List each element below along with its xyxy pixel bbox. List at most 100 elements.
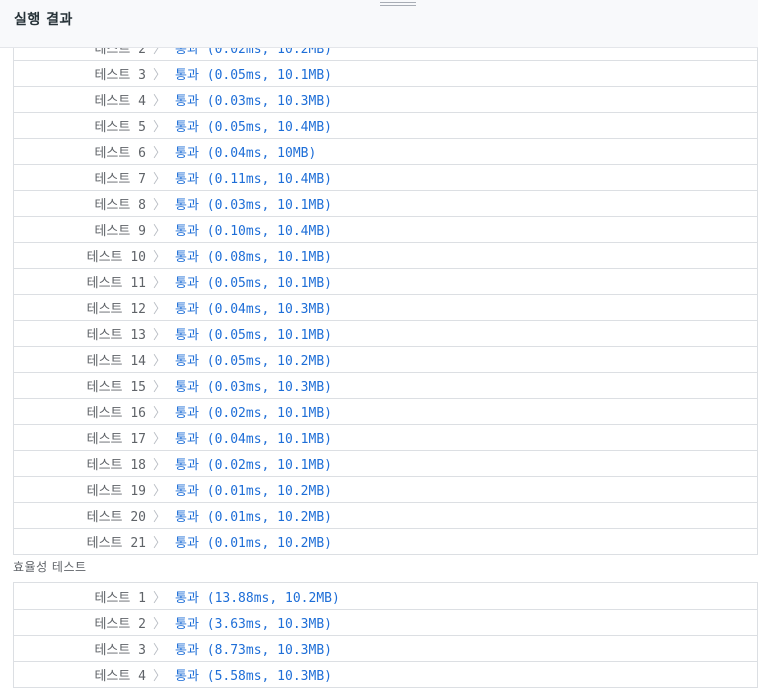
test-result-row: 테스트 20 〉 통과 (0.01ms, 10.2MB) bbox=[14, 502, 757, 528]
chevron-right-icon: 〉 bbox=[152, 536, 166, 551]
test-result-row: 테스트 21 〉 통과 (0.01ms, 10.2MB) bbox=[14, 528, 757, 554]
test-name: 테스트 1 bbox=[94, 590, 146, 606]
test-result-text: 통과 (0.01ms, 10.2MB) bbox=[175, 536, 332, 551]
chevron-right-icon: 〉 bbox=[152, 172, 166, 187]
test-result-row: 테스트 2 〉 통과 (0.02ms, 10.2MB) bbox=[14, 48, 757, 60]
panel-title: 실행 결과 bbox=[14, 12, 73, 28]
test-name: 테스트 10 bbox=[86, 250, 146, 265]
test-result-text: 통과 (0.04ms, 10.3MB) bbox=[175, 302, 332, 317]
test-result-row: 테스트 18 〉 통과 (0.02ms, 10.1MB) bbox=[14, 450, 757, 476]
test-result-row: 테스트 3 〉 통과 (8.73ms, 10.3MB) bbox=[14, 635, 757, 661]
test-result-row: 테스트 6 〉 통과 (0.04ms, 10MB) bbox=[14, 138, 757, 164]
result-panel-header: 실행 결과 bbox=[0, 0, 758, 48]
test-result-text: 통과 (3.63ms, 10.3MB) bbox=[175, 617, 332, 632]
test-name: 테스트 21 bbox=[86, 536, 146, 551]
chevron-right-icon: 〉 bbox=[152, 354, 166, 369]
test-result-text: 통과 (0.05ms, 10.4MB) bbox=[175, 120, 332, 135]
test-result-text: 통과 (0.11ms, 10.4MB) bbox=[175, 172, 332, 187]
test-result-row: 테스트 11 〉 통과 (0.05ms, 10.1MB) bbox=[14, 268, 757, 294]
test-name: 테스트 4 bbox=[94, 94, 146, 109]
test-result-row: 테스트 12 〉 통과 (0.04ms, 10.3MB) bbox=[14, 294, 757, 320]
test-name: 테스트 15 bbox=[86, 380, 146, 395]
test-name: 테스트 13 bbox=[86, 328, 146, 343]
test-name: 테스트 14 bbox=[86, 354, 146, 369]
test-result-text: 통과 (0.05ms, 10.1MB) bbox=[175, 68, 332, 83]
test-name: 테스트 2 bbox=[94, 617, 146, 632]
chevron-right-icon: 〉 bbox=[152, 302, 166, 317]
test-result-row: 테스트 7 〉 통과 (0.11ms, 10.4MB) bbox=[14, 164, 757, 190]
chevron-right-icon: 〉 bbox=[152, 224, 166, 239]
drag-handle-icon[interactable] bbox=[380, 1, 416, 7]
test-name: 테스트 16 bbox=[86, 406, 146, 421]
test-result-text: 통과 (0.04ms, 10.1MB) bbox=[175, 432, 332, 447]
chevron-right-icon: 〉 bbox=[152, 590, 166, 606]
test-result-text: 통과 (0.01ms, 10.2MB) bbox=[175, 510, 332, 525]
test-result-row: 테스트 9 〉 통과 (0.10ms, 10.4MB) bbox=[14, 216, 757, 242]
accuracy-test-table: 테스트 2 〉 통과 (0.02ms, 10.2MB) 테스트 3 〉 통과 (0.05m… bbox=[13, 48, 758, 555]
chevron-right-icon: 〉 bbox=[152, 276, 166, 291]
test-result-row: 테스트 1 〉 통과 (13.88ms, 10.2MB) bbox=[14, 583, 757, 609]
test-result-text: 통과 (0.03ms, 10.3MB) bbox=[175, 380, 332, 395]
test-name: 테스트 18 bbox=[86, 458, 146, 473]
chevron-right-icon: 〉 bbox=[152, 250, 166, 265]
chevron-right-icon: 〉 bbox=[152, 669, 166, 684]
test-result-row: 테스트 2 〉 통과 (3.63ms, 10.3MB) bbox=[14, 609, 757, 635]
test-name: 테스트 12 bbox=[86, 302, 146, 317]
test-name: 테스트 7 bbox=[94, 172, 146, 187]
test-result-text: 통과 (0.05ms, 10.1MB) bbox=[175, 276, 332, 291]
chevron-right-icon: 〉 bbox=[152, 406, 166, 421]
test-name: 테스트 6 bbox=[94, 146, 146, 161]
test-name: 테스트 4 bbox=[94, 669, 146, 684]
test-result-text: 통과 (0.02ms, 10.1MB) bbox=[175, 406, 332, 421]
test-name: 테스트 3 bbox=[94, 68, 146, 83]
chevron-right-icon: 〉 bbox=[152, 643, 166, 658]
test-result-text: 통과 (0.02ms, 10.2MB) bbox=[175, 48, 332, 57]
test-result-row: 테스트 10 〉 통과 (0.08ms, 10.1MB) bbox=[14, 242, 757, 268]
test-result-row: 테스트 15 〉 통과 (0.03ms, 10.3MB) bbox=[14, 372, 757, 398]
result-output: 테스트 2 〉 통과 (0.02ms, 10.2MB) 테스트 3 〉 통과 (0.05m… bbox=[0, 48, 758, 690]
test-result-text: 통과 (0.02ms, 10.1MB) bbox=[175, 458, 332, 473]
chevron-right-icon: 〉 bbox=[152, 120, 166, 135]
chevron-right-icon: 〉 bbox=[152, 380, 166, 395]
test-result-text: 통과 (0.05ms, 10.2MB) bbox=[175, 354, 332, 369]
chevron-right-icon: 〉 bbox=[152, 94, 166, 109]
test-result-row: 테스트 3 〉 통과 (0.05ms, 10.1MB) bbox=[14, 60, 757, 86]
chevron-right-icon: 〉 bbox=[152, 146, 166, 161]
test-result-text: 통과 (0.08ms, 10.1MB) bbox=[175, 250, 332, 265]
test-result-row: 테스트 4 〉 통과 (0.03ms, 10.3MB) bbox=[14, 86, 757, 112]
test-result-text: 통과 (13.88ms, 10.2MB) bbox=[175, 590, 340, 606]
test-name: 테스트 17 bbox=[86, 432, 146, 447]
chevron-right-icon: 〉 bbox=[152, 484, 166, 499]
test-result-text: 통과 (0.03ms, 10.1MB) bbox=[175, 198, 332, 213]
test-name: 테스트 11 bbox=[86, 276, 146, 291]
test-result-row: 테스트 5 〉 통과 (0.05ms, 10.4MB) bbox=[14, 112, 757, 138]
test-result-row: 테스트 17 〉 통과 (0.04ms, 10.1MB) bbox=[14, 424, 757, 450]
test-name: 테스트 2 bbox=[94, 48, 146, 57]
chevron-right-icon: 〉 bbox=[152, 68, 166, 83]
test-result-text: 통과 (0.04ms, 10MB) bbox=[175, 146, 317, 161]
test-result-row: 테스트 14 〉 통과 (0.05ms, 10.2MB) bbox=[14, 346, 757, 372]
test-result-row: 테스트 8 〉 통과 (0.03ms, 10.1MB) bbox=[14, 190, 757, 216]
chevron-right-icon: 〉 bbox=[152, 48, 166, 57]
chevron-right-icon: 〉 bbox=[152, 458, 166, 473]
test-result-text: 통과 (0.10ms, 10.4MB) bbox=[175, 224, 332, 239]
chevron-right-icon: 〉 bbox=[152, 510, 166, 525]
efficiency-test-table: 테스트 1 〉 통과 (13.88ms, 10.2MB) 테스트 2 〉 통과 (3.63… bbox=[13, 582, 758, 688]
test-result-row: 테스트 13 〉 통과 (0.05ms, 10.1MB) bbox=[14, 320, 757, 346]
test-name: 테스트 9 bbox=[94, 224, 146, 239]
test-result-row: 테스트 16 〉 통과 (0.02ms, 10.1MB) bbox=[14, 398, 757, 424]
efficiency-section-label: 효율성 테스트 bbox=[13, 560, 87, 574]
chevron-right-icon: 〉 bbox=[152, 198, 166, 213]
test-result-row: 테스트 19 〉 통과 (0.01ms, 10.2MB) bbox=[14, 476, 757, 502]
test-result-row: 테스트 4 〉 통과 (5.58ms, 10.3MB) bbox=[14, 661, 757, 687]
chevron-right-icon: 〉 bbox=[152, 432, 166, 447]
test-name: 테스트 8 bbox=[94, 198, 146, 213]
test-result-text: 통과 (0.05ms, 10.1MB) bbox=[175, 328, 332, 343]
test-name: 테스트 20 bbox=[86, 510, 146, 525]
test-name: 테스트 19 bbox=[86, 484, 146, 499]
test-result-text: 통과 (5.58ms, 10.3MB) bbox=[175, 669, 332, 684]
test-result-text: 통과 (8.73ms, 10.3MB) bbox=[175, 643, 332, 658]
test-result-text: 통과 (0.01ms, 10.2MB) bbox=[175, 484, 332, 499]
chevron-right-icon: 〉 bbox=[152, 328, 166, 343]
test-name: 테스트 5 bbox=[94, 120, 146, 135]
